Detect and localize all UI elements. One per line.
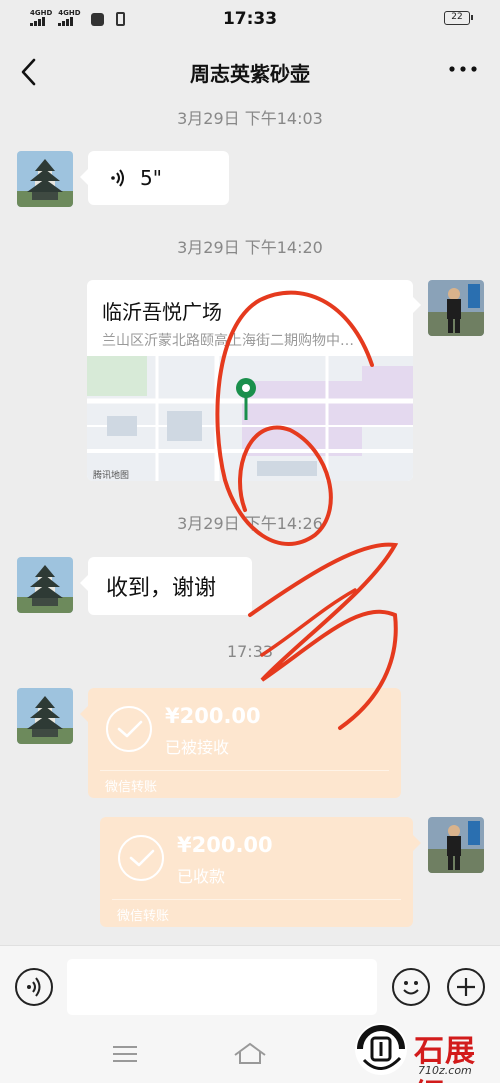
watermark-url: 710z.com (418, 1064, 472, 1077)
emoji-button[interactable] (392, 968, 430, 1006)
voice-wave-icon (27, 977, 41, 997)
check-circle-icon (118, 835, 164, 881)
more-actions-button[interactable] (447, 968, 485, 1006)
location-message-card[interactable]: 临沂吾悦广场 兰山区沂蒙北路颐高上海街二期购物中… 腾讯地图 (87, 280, 413, 481)
bubble-tail (413, 297, 421, 313)
menu-icon[interactable] (113, 1045, 137, 1063)
chat-title: 周志英紫砂壶 (190, 62, 310, 86)
message-timestamp: 17:33 (226, 642, 274, 661)
divider (112, 899, 401, 900)
message-text: 收到，谢谢 (106, 576, 217, 601)
message-timestamp: 3月29日 下午14:26 (177, 514, 323, 533)
more-button[interactable] (448, 56, 478, 74)
message-timestamp: 3月29日 下午14:03 (177, 109, 323, 128)
watermark: 石展網 710z.com (352, 1020, 492, 1083)
self-avatar[interactable] (428, 280, 484, 336)
battery-icon: 22 (444, 11, 473, 25)
seal-logo-icon (355, 1023, 407, 1075)
voice-duration: 5" (140, 166, 162, 190)
message-input[interactable] (67, 959, 377, 1015)
transfer-message-card[interactable]: ¥200.00 已收款 微信转账 (100, 817, 421, 927)
status-time: 17:33 (222, 9, 278, 29)
text-message-bubble[interactable]: 收到，谢谢 (80, 557, 252, 615)
chat-header: 周志英紫砂壶 (0, 38, 500, 106)
contact-avatar[interactable] (17, 688, 73, 744)
plus-icon (457, 978, 475, 996)
more-dots-icon (449, 66, 477, 72)
status-bar: 4GHD 4GHD 17:33 22 (0, 0, 500, 38)
contact-avatar[interactable] (17, 151, 73, 207)
transfer-message-card[interactable]: ¥200.00 已被接收 微信转账 (80, 688, 401, 798)
voice-input-button[interactable] (15, 968, 53, 1006)
transfer-amount: ¥200.00 (165, 704, 261, 728)
check-circle-icon (106, 706, 152, 752)
self-avatar[interactable] (428, 817, 484, 873)
transfer-label: 微信转账 (105, 780, 158, 795)
transfer-status: 已收款 (177, 867, 226, 886)
transfer-label: 微信转账 (117, 909, 170, 924)
message-timestamp: 3月29日 下午14:20 (177, 238, 323, 257)
voice-message-bubble[interactable]: 5" (80, 151, 229, 205)
contact-avatar[interactable] (17, 557, 73, 613)
voice-wave-icon (111, 169, 124, 187)
location-address: 兰山区沂蒙北路颐高上海街二期购物中… (102, 333, 354, 349)
home-icon[interactable] (233, 1041, 267, 1065)
transfer-amount: ¥200.00 (177, 833, 273, 857)
smiley-icon (403, 981, 419, 995)
transfer-status: 已被接收 (165, 738, 230, 757)
divider (100, 770, 389, 771)
location-title: 临沂吾悦广场 (102, 300, 222, 324)
map-attribution: 腾讯地图 (93, 471, 130, 481)
map-pin-icon (236, 378, 256, 420)
chat-input-bar (0, 945, 500, 1027)
